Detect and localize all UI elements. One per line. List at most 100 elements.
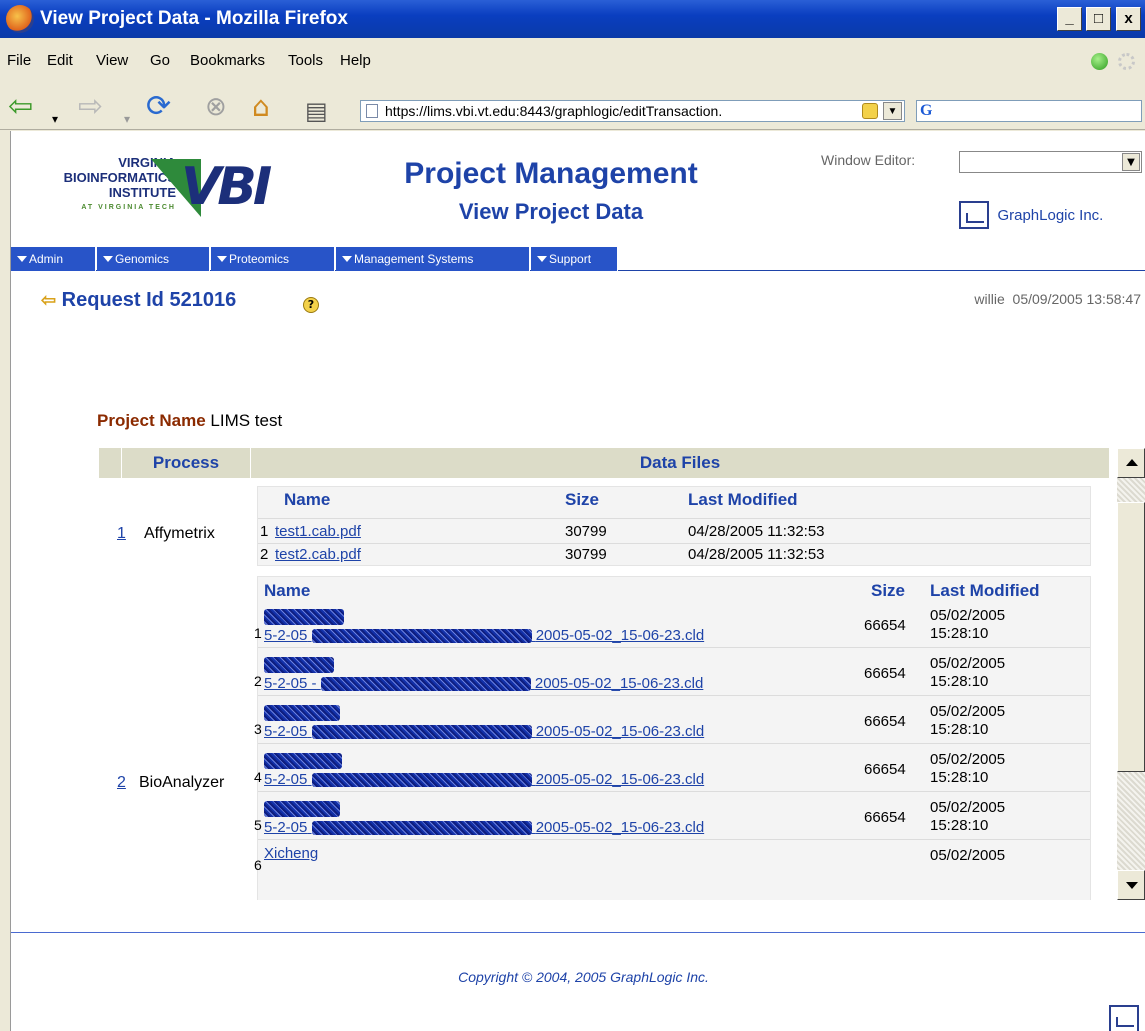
process-link-2[interactable]: 2: [117, 774, 126, 792]
redacted-text: [311, 725, 532, 740]
file-link[interactable]: 5-2-05 2005-05-02_15-06-23.cld: [264, 723, 704, 740]
project-name: Project Name LIMS test: [97, 411, 282, 431]
col-size: Size: [871, 581, 906, 600]
row-divider: [258, 695, 1090, 696]
window-title: View Project Data - Mozilla Firefox: [40, 8, 348, 29]
lock-icon[interactable]: [862, 103, 878, 119]
close-button[interactable]: x: [1116, 7, 1141, 31]
file-index: 1: [254, 625, 262, 641]
col-name: Name: [264, 581, 311, 600]
page-content: VIRGINIA BIOINFORMATICS INSTITUTE AT VIR…: [10, 131, 1145, 1031]
help-icon[interactable]: ?: [303, 297, 319, 313]
redacted-text: [264, 705, 340, 721]
update-icon[interactable]: [1090, 52, 1108, 70]
menu-bookmarks[interactable]: Bookmarks: [190, 52, 265, 69]
search-box[interactable]: G: [916, 100, 1142, 122]
file-modified: 04/28/2005 11:32:53: [688, 523, 825, 540]
project-name-label: Project Name: [97, 411, 206, 430]
scroll-thumb[interactable]: [1117, 502, 1145, 772]
tab-proteomics[interactable]: Proteomics: [211, 247, 335, 271]
tab-management-systems[interactable]: Management Systems: [336, 247, 530, 271]
menu-help[interactable]: Help: [340, 52, 371, 69]
file-link[interactable]: 5-2-05 2005-05-02_15-06-23.cld: [264, 819, 704, 836]
graphlogic-logo[interactable]: GraphLogic Inc.: [959, 201, 1103, 229]
file-date: 05/02/2005: [930, 655, 1006, 672]
menu-go[interactable]: Go: [150, 52, 170, 69]
forward-arrow-icon[interactable]: ⇨: [78, 88, 103, 126]
file-time: 15:28:10: [930, 721, 989, 738]
table-header-data-files: Data Files: [251, 448, 1109, 478]
redacted-text: [264, 609, 344, 625]
process-link-1[interactable]: 1: [117, 525, 126, 543]
print-icon[interactable]: ▤: [305, 92, 328, 130]
file-time: 15:28:10: [930, 625, 989, 642]
file-index: 1: [260, 523, 269, 540]
tab-admin[interactable]: Admin: [11, 247, 96, 271]
row-divider: [258, 791, 1090, 792]
menu-bar: File Edit View Go Bookmarks Tools Help: [0, 46, 1145, 76]
graphlogic-icon: [1109, 1005, 1139, 1031]
home-icon[interactable]: ⌂: [252, 88, 270, 126]
table-scrollbar[interactable]: [1117, 448, 1145, 900]
chevron-down-icon[interactable]: ▼: [1122, 153, 1140, 171]
file-size: 66654: [864, 713, 906, 730]
url-bar[interactable]: https://lims.vbi.vt.edu:8443/graphlogic/…: [360, 100, 905, 122]
file-size: 30799: [565, 523, 607, 540]
file-date: 05/02/2005: [930, 799, 1006, 816]
google-search-icon[interactable]: G: [920, 102, 932, 120]
page-title: Project Management: [404, 157, 698, 190]
window-editor-select[interactable]: ▼: [959, 151, 1142, 173]
page-subtitle: View Project Data: [458, 199, 644, 224]
scroll-down-button[interactable]: [1117, 870, 1145, 900]
menu-edit[interactable]: Edit: [47, 52, 73, 69]
col-modified: Last Modified: [688, 490, 798, 509]
file-link[interactable]: 5-2-05 - 2005-05-02_15-06-23.cld: [264, 675, 703, 692]
page-icon: [366, 104, 378, 118]
nav-menu: Admin Genomics Proteomics Management Sys…: [11, 247, 1145, 271]
file-date: 05/02/2005: [930, 751, 1006, 768]
graphlogic-icon: [959, 201, 989, 229]
minimize-button[interactable]: _: [1057, 7, 1082, 31]
scroll-up-button[interactable]: [1117, 448, 1145, 478]
file-index: 2: [260, 546, 269, 563]
file-link[interactable]: Xicheng: [264, 845, 318, 862]
menu-file[interactable]: File: [7, 52, 31, 69]
file-list-bioanalyzer: Name Size Last Modified 1 5-2-05 2005-05…: [254, 576, 1091, 900]
redacted-text: [311, 629, 532, 644]
menu-tools[interactable]: Tools: [288, 52, 323, 69]
reload-icon[interactable]: ⟳: [146, 88, 171, 126]
redacted-text: [264, 657, 334, 673]
throbber-icon: [1118, 52, 1135, 70]
maximize-button[interactable]: □: [1086, 7, 1111, 31]
vbi-logo[interactable]: VIRGINIA BIOINFORMATICS INSTITUTE AT VIR…: [31, 155, 296, 221]
file-link[interactable]: test2.cab.pdf: [275, 546, 361, 563]
back-arrow-icon[interactable]: ⇦: [8, 88, 33, 126]
request-heading: ⇦ Request Id 521016: [41, 289, 236, 312]
stop-icon[interactable]: ⊗: [205, 88, 227, 126]
col-size: Size: [565, 490, 600, 509]
project-name-value: LIMS test: [210, 411, 283, 430]
window-titlebar[interactable]: View Project Data - Mozilla Firefox _ □ …: [0, 0, 1145, 38]
row-divider: [258, 839, 1090, 840]
row-divider: [258, 518, 1090, 519]
back-arrow-icon[interactable]: ⇦: [41, 290, 56, 310]
file-size: 66654: [864, 761, 906, 778]
graphlogic-footer-logo[interactable]: [1109, 1005, 1139, 1031]
redacted-text: [264, 801, 340, 817]
file-link[interactable]: test1.cab.pdf: [275, 523, 361, 540]
tab-support[interactable]: Support: [531, 247, 618, 271]
user-info: willie 05/09/2005 13:58:47: [974, 291, 1141, 307]
timestamp: 05/09/2005 13:58:47: [1012, 291, 1141, 307]
redacted-text: [264, 753, 342, 769]
tab-genomics[interactable]: Genomics: [97, 247, 210, 271]
file-index: 2: [254, 673, 262, 689]
file-link[interactable]: 5-2-05 2005-05-02_15-06-23.cld: [264, 771, 704, 788]
url-dropdown-button[interactable]: ▼: [883, 102, 902, 120]
menu-view[interactable]: View: [96, 52, 128, 69]
table-header-index: [99, 448, 121, 478]
file-link[interactable]: 5-2-05 2005-05-02_15-06-23.cld: [264, 627, 704, 644]
redacted-text: [320, 677, 531, 692]
vbi-logo-mark: VBI: [181, 157, 272, 217]
row-divider: [258, 647, 1090, 648]
process-name-2: BioAnalyzer: [139, 774, 225, 791]
